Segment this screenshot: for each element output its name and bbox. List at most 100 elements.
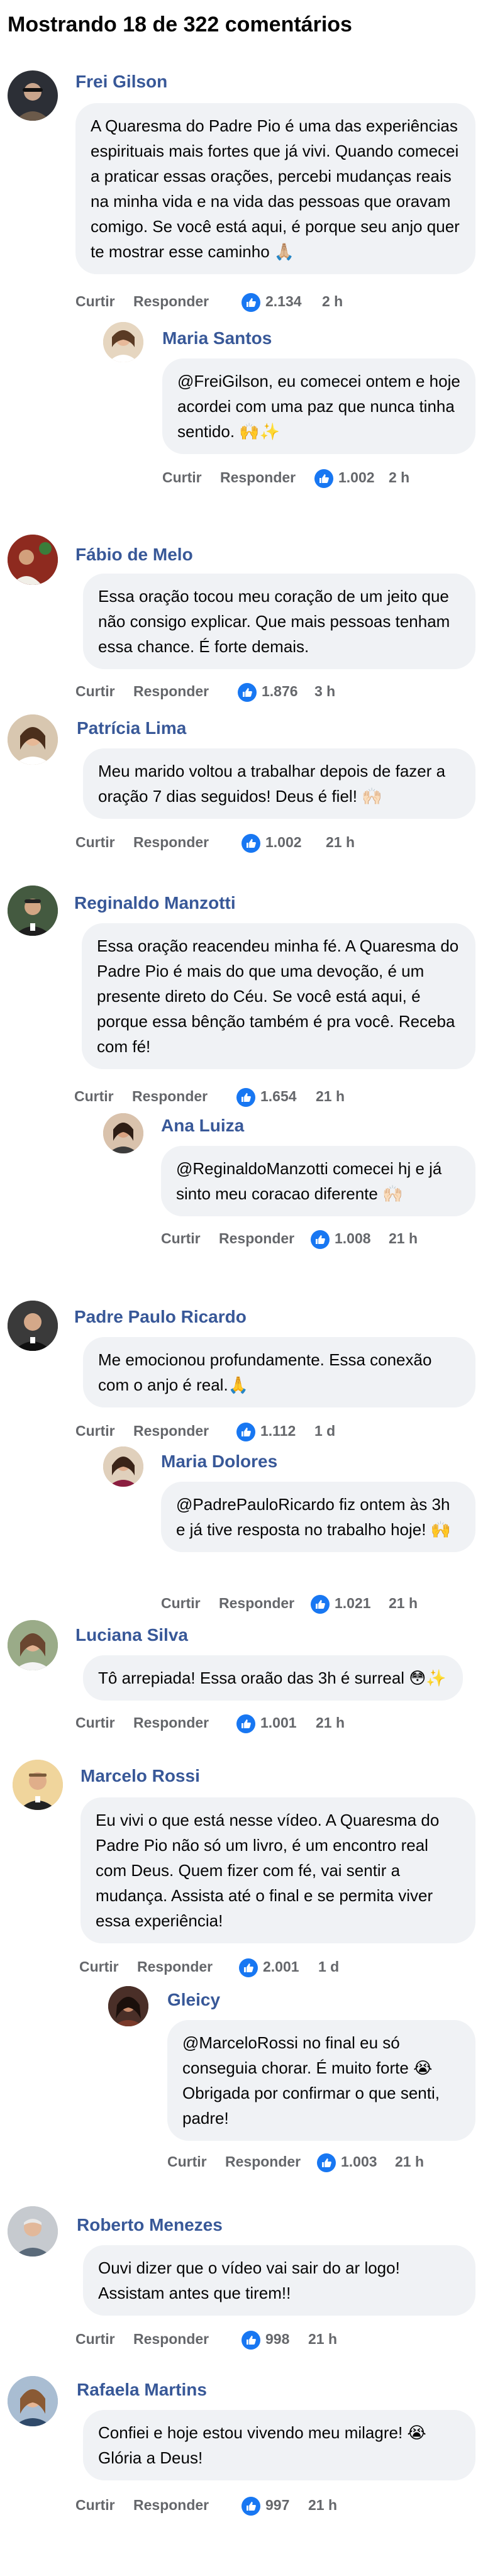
comment-time: 21 h [308,2497,338,2513]
reply-button[interactable]: Responder [219,1230,294,1247]
like-button[interactable]: Curtir [75,1423,115,1440]
avatar[interactable] [108,1986,148,2026]
comment-time: 1 d [318,1958,340,1975]
like-button[interactable]: Curtir [75,1714,115,1731]
comment-reply: Ana Luiza @ReginaldoManzotti comecei hj … [103,1113,475,1252]
comment-text: @PadrePauloRicardo fiz ontem às 3h e já … [161,1482,475,1552]
comment-author[interactable]: Padre Paulo Ricardo [74,1307,247,1327]
reply-button[interactable]: Responder [132,1088,208,1105]
like-count: 1.001 [260,1714,297,1731]
like-icon [242,293,260,312]
like-button[interactable]: Curtir [75,834,115,851]
like-count: 997 [265,2497,290,2513]
comment-author[interactable]: Fábio de Melo [75,545,193,565]
reply-button[interactable]: Responder [137,1958,213,1975]
comment-text: @MarceloRossi no final eu só conseguia c… [167,2020,475,2141]
avatar[interactable] [8,535,58,585]
reply-button[interactable]: Responder [133,2497,209,2514]
comment-text: Eu vivi o que está nesse vídeo. A Quares… [80,1797,475,1943]
comment-time: 2 h [389,469,410,486]
like-count: 1.876 [262,683,298,699]
comment-text: Essa oração tocou meu coração de um jeit… [83,574,475,669]
comment-text: @FreiGilson, eu comecei ontem e hoje aco… [162,358,475,454]
like-icon [311,1595,330,1614]
reply-button[interactable]: Responder [133,2331,209,2348]
reply-button[interactable]: Responder [133,1423,209,1440]
comment-author[interactable]: Frei Gilson [75,72,167,92]
like-icon [239,1958,258,1977]
like-button[interactable]: Curtir [162,469,202,486]
comment-time: 2 h [322,293,343,309]
comment-time: 21 h [316,1714,345,1731]
comment: Rafaela Martins Confiei e hoje estou viv… [8,2376,475,2527]
comment-time: 1 d [314,1423,336,1439]
comment: Marcelo Rossi Eu vivi o que está nesse v… [13,1760,475,1986]
reply-button[interactable]: Responder [133,683,209,700]
like-count: 1.002 [338,469,375,486]
comment-text: Tô arrepiada! Essa oraão das 3h é surrea… [83,1655,463,1701]
avatar[interactable] [103,322,143,362]
like-button[interactable]: Curtir [161,1230,201,1247]
like-count: 1.002 [265,834,302,850]
comment: Padre Paulo Ricardo Me emocionou profund… [8,1301,475,1452]
like-icon [242,834,260,853]
like-button[interactable]: Curtir [74,1088,114,1105]
comment: Luciana Silva Tô arrepiada! Essa oraão d… [8,1620,475,1746]
like-button[interactable]: Curtir [161,1595,201,1612]
avatar[interactable] [13,1760,63,1810]
reply-button[interactable]: Responder [133,1714,209,1731]
avatar[interactable] [8,714,58,765]
comment-time: 21 h [389,1230,418,1246]
comment-author[interactable]: Roberto Menezes [77,2215,223,2235]
comment-text: Meu marido voltou a trabalhar depois de … [83,748,475,819]
comment-reply: Gleicy @MarceloRossi no final eu só cons… [108,1986,475,2175]
comment-text: A Quaresma do Padre Pio é uma das experi… [75,103,475,274]
comment-time: 21 h [395,2153,425,2170]
comment: Frei Gilson A Quaresma do Padre Pio é um… [8,70,475,322]
reply-button[interactable]: Responder [133,834,209,851]
like-icon [236,1423,255,1441]
comment-text: Confiei e hoje estou vivendo meu milagre… [83,2410,475,2480]
like-button[interactable]: Curtir [167,2153,207,2170]
comment-author[interactable]: Luciana Silva [75,1625,188,1645]
comment-author[interactable]: Maria Dolores [161,1452,277,1472]
like-count: 1.112 [260,1423,296,1439]
avatar[interactable] [8,2206,58,2257]
avatar[interactable] [8,2376,58,2426]
avatar[interactable] [8,886,58,936]
like-button[interactable]: Curtir [75,683,115,700]
like-icon [242,2497,260,2516]
reply-button[interactable]: Responder [225,2153,301,2170]
comment-reply: Maria Dolores @PadrePauloRicardo fiz ont… [103,1446,475,1616]
reply-button[interactable]: Responder [220,469,296,486]
comment-text: Me emocionou profundamente. Essa conexão… [83,1337,475,1407]
avatar[interactable] [8,1620,58,1670]
reply-button[interactable]: Responder [219,1595,294,1612]
comment-author[interactable]: Rafaela Martins [77,2380,207,2400]
like-count: 2.134 [265,293,302,309]
comment-text: @ReginaldoManzotti comecei hj e já sinto… [161,1146,475,1216]
avatar[interactable] [8,1301,58,1351]
comment-author[interactable]: Patrícia Lima [77,718,186,738]
avatar[interactable] [103,1446,143,1487]
like-button[interactable]: Curtir [75,293,115,310]
like-count: 1.008 [335,1230,371,1246]
comment: Patrícia Lima Meu marido voltou a trabal… [8,714,475,865]
avatar[interactable] [103,1113,143,1153]
comment-author[interactable]: Marcelo Rossi [80,1766,200,1786]
like-button[interactable]: Curtir [75,2331,115,2348]
like-count: 1.021 [335,1595,371,1611]
like-button[interactable]: Curtir [79,1958,119,1975]
reply-button[interactable]: Responder [133,293,209,310]
comment-author[interactable]: Maria Santos [162,328,272,348]
comment-author[interactable]: Ana Luiza [161,1116,244,1136]
comment-author[interactable]: Gleicy [167,1990,220,2010]
like-icon [236,1088,255,1107]
avatar[interactable] [8,70,58,121]
like-icon [238,683,257,702]
like-button[interactable]: Curtir [75,2497,115,2514]
like-count: 1.003 [341,2153,377,2170]
page-title: Mostrando 18 de 322 comentários [8,13,352,36]
comment-time: 21 h [389,1595,418,1611]
comment-author[interactable]: Reginaldo Manzotti [74,893,236,913]
